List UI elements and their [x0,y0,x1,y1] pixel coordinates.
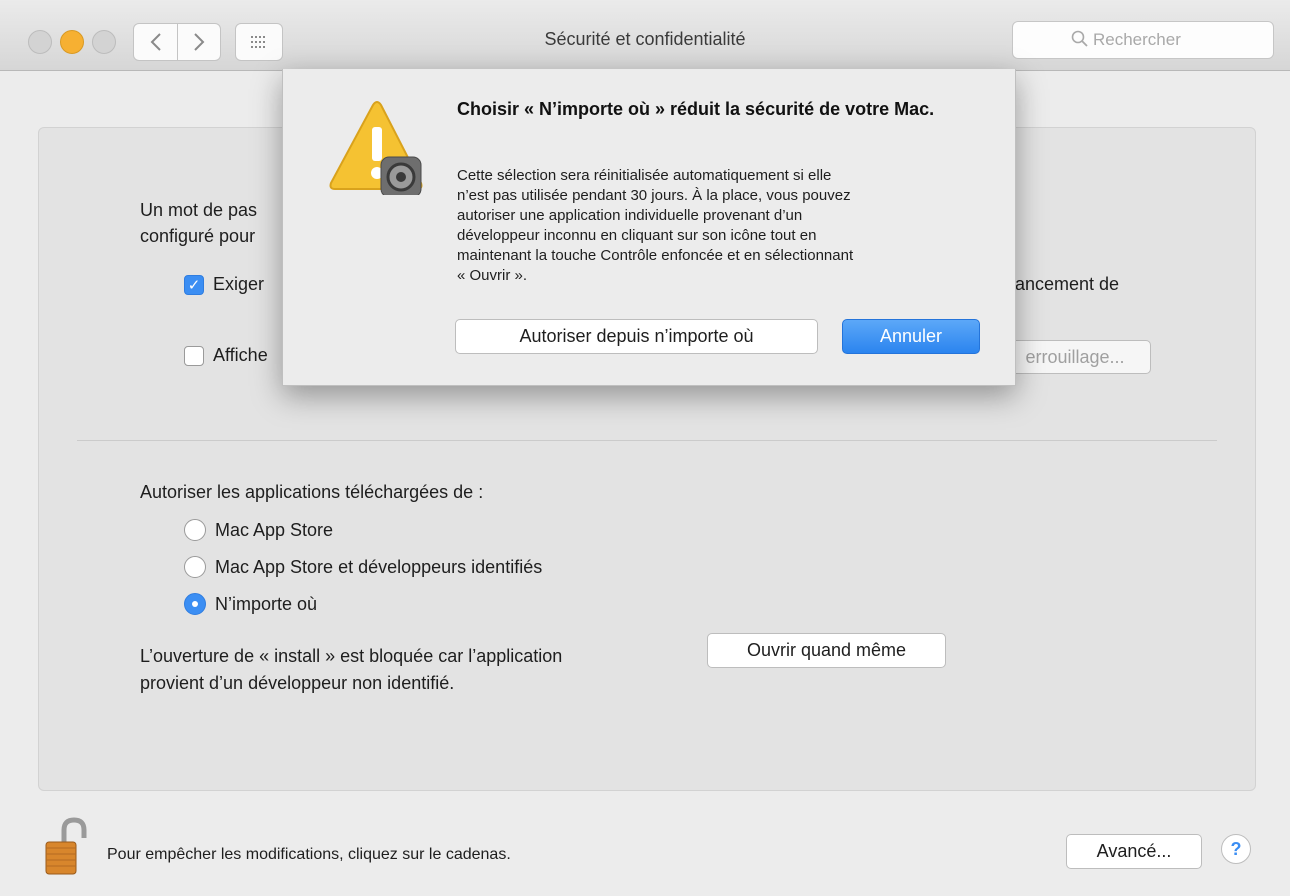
radio-label-identified-developers: Mac App Store et développeurs identifiés [215,557,543,577]
dialog-message-line: maintenant la touche Contrôle enfoncée e… [457,247,854,264]
window-title: Sécurité et confidentialité [544,29,746,49]
search-field[interactable]: Rechercher [1012,21,1274,59]
blocked-app-text-line2: provient d’un développeur non identifié. [140,673,455,693]
minimize-window-button[interactable] [60,30,84,54]
cancel-button[interactable]: Annuler [842,319,980,354]
dialog-message-line: n’est pas utilisée pendant 30 jours. À l… [457,187,851,204]
password-text-line1: Un mot de pas [140,200,258,220]
lock-button[interactable] [38,816,94,876]
allow-apps-heading: Autoriser les applications téléchargées … [140,482,484,502]
zoom-window-button[interactable] [92,30,116,54]
section-divider [77,440,1217,441]
warning-icon [329,101,423,195]
radio-identified-developers[interactable] [184,556,206,578]
dialog-message-line: Cette sélection sera réinitialisée autom… [457,167,832,184]
advanced-button[interactable]: Avancé... [1066,834,1202,869]
require-password-suffix: lancement de [1011,274,1120,294]
forward-button[interactable] [177,24,220,60]
set-lock-message-button[interactable]: errouillage... [999,340,1151,374]
show-message-label: Affiche [213,345,268,365]
chevron-right-icon [193,33,204,51]
back-button[interactable] [134,24,178,60]
show-message-checkbox[interactable] [184,346,204,366]
show-all-button[interactable] [235,23,283,61]
grid-icon [251,36,265,48]
dialog-message: Cette sélection sera réinitialisée autom… [457,166,997,286]
require-password-label: Exiger [213,274,265,294]
search-placeholder: Rechercher [1093,30,1181,49]
dialog-message-line: « Ouvrir ». [457,267,528,284]
open-anyway-button[interactable]: Ouvrir quand même [707,633,946,668]
lock-instruction-text: Pour empêcher les modifications, cliquez… [107,846,511,863]
close-window-button[interactable] [28,30,52,54]
anywhere-warning-dialog: Choisir « N’importe où » réduit la sécur… [282,69,1016,386]
search-icon [1071,30,1088,47]
require-password-checkbox[interactable]: ✓ [184,275,204,295]
allow-from-anywhere-button[interactable]: Autoriser depuis n’importe où [455,319,818,354]
chevron-left-icon [150,33,161,51]
dialog-title: Choisir « N’importe où » réduit la sécur… [457,99,935,119]
dialog-message-line: autoriser une application individuelle p… [457,207,803,224]
unlocked-padlock-icon [45,817,87,875]
radio-anywhere[interactable] [184,593,206,615]
radio-mac-app-store[interactable] [184,519,206,541]
dialog-message-line: développeur inconnu en cliquant sur son … [457,227,817,244]
help-button[interactable]: ? [1221,834,1251,864]
password-text-line2: configuré pour [140,226,256,246]
blocked-app-text-line1: L’ouverture de « install » est bloquée c… [140,646,563,666]
back-forward-group [133,23,221,61]
radio-label-anywhere: N’importe où [215,594,318,614]
title-bar: Sécurité et confidentialité Rechercher [0,0,1290,71]
radio-label-mac-app-store: Mac App Store [215,520,334,540]
